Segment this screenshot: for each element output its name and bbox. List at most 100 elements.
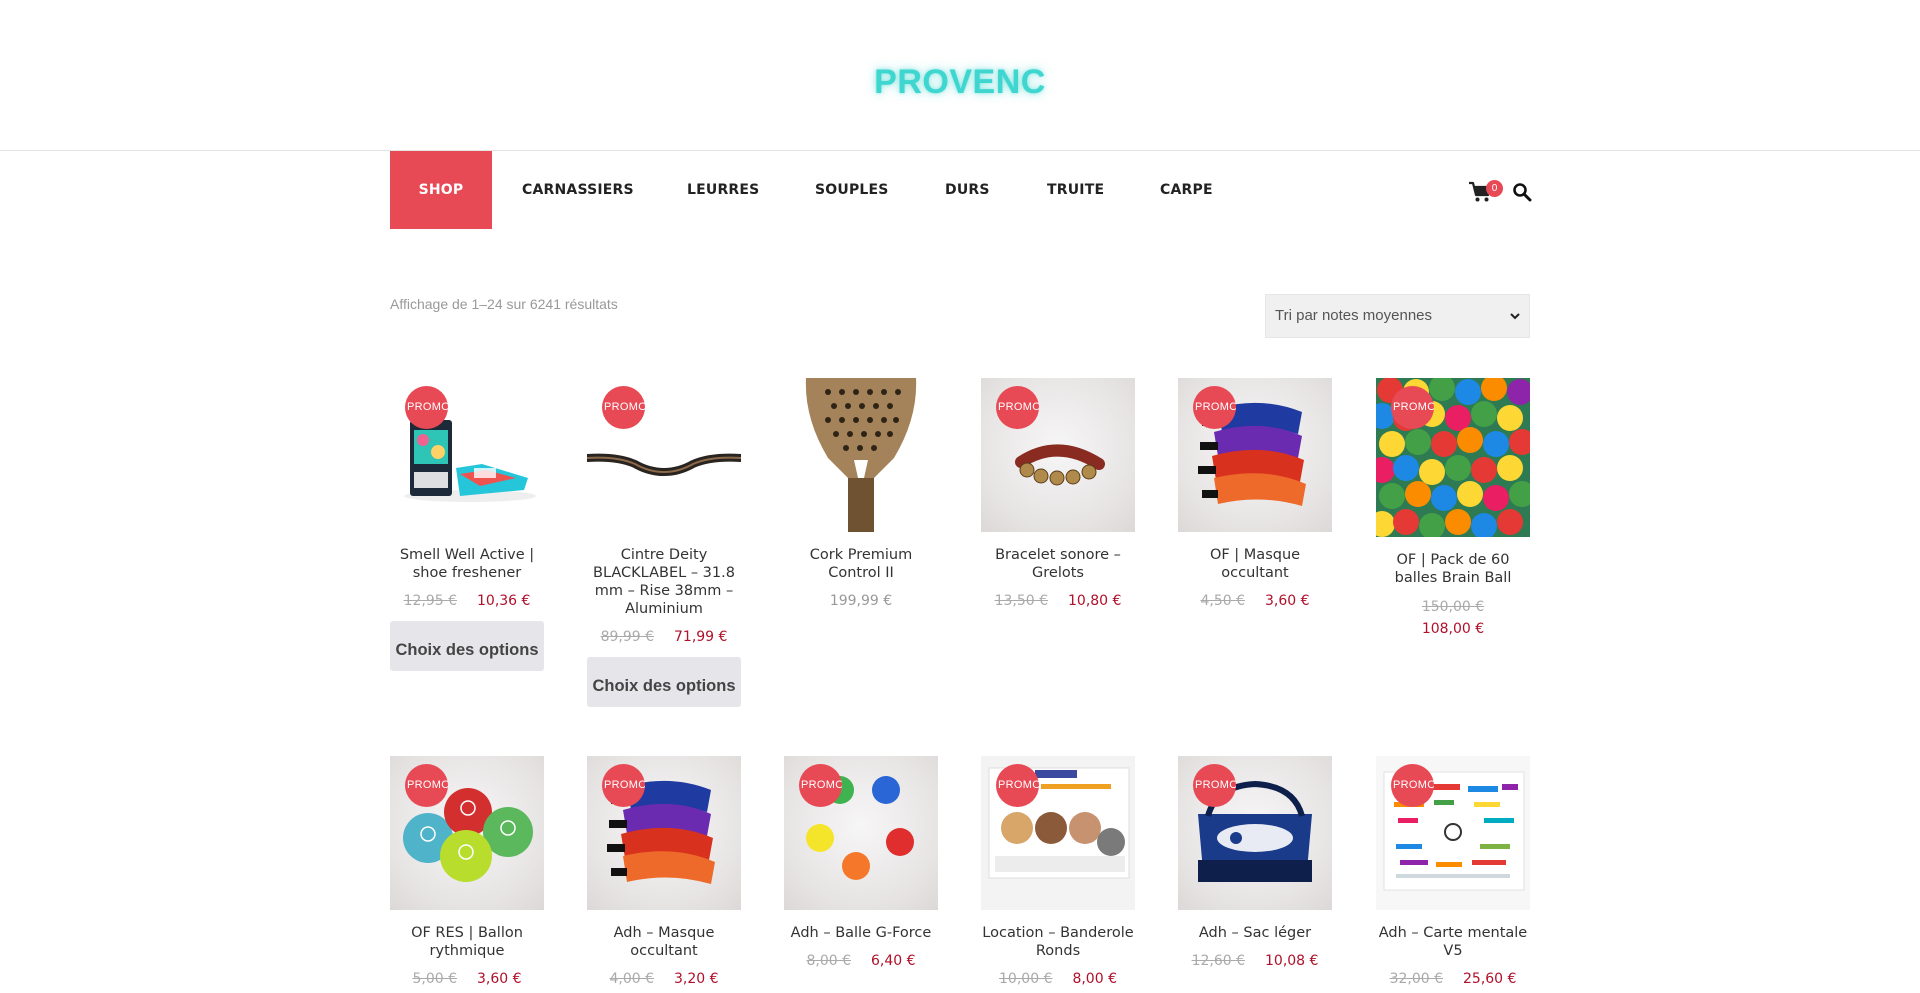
old-price: 12,60 € xyxy=(1191,953,1245,969)
promo-badge: PROMO xyxy=(602,764,645,807)
old-price: 12,95 € xyxy=(403,593,457,609)
promo-badge: PROMO xyxy=(799,764,842,807)
old-price: 89,99 € xyxy=(600,629,654,645)
sale-price: 10,36 € xyxy=(477,593,531,609)
product-image[interactable]: PROMO xyxy=(1178,756,1332,910)
sale-price: 3,20 € xyxy=(674,971,719,987)
old-price: 5,00 € xyxy=(412,971,457,987)
promo-badge: PROMO xyxy=(405,764,448,807)
regular-price: 199,99 € xyxy=(829,593,893,609)
sale-price: 8,00 € xyxy=(1072,971,1117,987)
promo-badge: PROMO xyxy=(405,386,448,429)
product-price: 4,00 € 3,20 € xyxy=(587,969,741,989)
cart-count-badge: 0 xyxy=(1486,180,1503,197)
product-price: 199,99 € xyxy=(784,591,938,611)
product-title[interactable]: Cork Premium Control II xyxy=(784,546,938,582)
product-price: 5,00 € 3,60 € xyxy=(390,969,544,989)
product-price: 13,50 € 10,80 € xyxy=(981,591,1135,611)
product-image[interactable]: PROMO xyxy=(981,756,1135,910)
product-title[interactable]: OF | Pack de 60 balles Brain Ball xyxy=(1376,551,1530,587)
sale-price: 10,08 € xyxy=(1265,953,1319,969)
promo-badge: PROMO xyxy=(602,386,645,429)
old-price: 10,00 € xyxy=(999,971,1053,987)
result-count: Affichage de 1–24 sur 6241 résultats xyxy=(390,296,618,312)
product-card: PROMO Adh – Masque occultant 4,00 € 3,20 … xyxy=(587,756,741,989)
product-price: 150,00 € 108,00 € xyxy=(1376,596,1530,640)
product-image[interactable]: PROMO xyxy=(390,756,544,910)
product-card: PROMO OF | Pack de 60 balles Brain Ball … xyxy=(1376,378,1530,640)
product-card: PROMO Location – Banderole Ronds 10,00 €… xyxy=(981,756,1135,989)
product-card: PROMO OF | Masque occultant 4,50 € 3,60 € xyxy=(1178,378,1332,611)
promo-badge: PROMO xyxy=(1391,764,1434,807)
product-image[interactable]: PROMO xyxy=(1178,378,1332,532)
choose-options-button[interactable]: Choix des options xyxy=(587,657,741,707)
sale-price: 6,40 € xyxy=(871,953,916,969)
product-price: 10,00 € 8,00 € xyxy=(981,969,1135,989)
promo-badge: PROMO xyxy=(1193,386,1236,429)
sale-price: 25,60 € xyxy=(1463,971,1517,987)
product-card: PROMO OF RES | Ballon rythmique 5,00 € 3,… xyxy=(390,756,544,989)
nav-item-souples[interactable]: SOUPLES xyxy=(815,151,889,229)
product-card: PROMO Smell Well Active | shoe freshener… xyxy=(390,378,544,671)
product-price: 4,50 € 3,60 € xyxy=(1178,591,1332,611)
product-title[interactable]: OF | Masque occultant xyxy=(1178,546,1332,582)
sale-price: 108,00 € xyxy=(1421,621,1485,637)
old-price: 32,00 € xyxy=(1389,971,1443,987)
old-price: 150,00 € xyxy=(1421,599,1485,615)
product-title[interactable]: Adh – Masque occultant xyxy=(587,924,741,960)
site-header: PROVENC xyxy=(0,0,1920,151)
product-image[interactable]: PROMO xyxy=(784,756,938,910)
chevron-down-icon xyxy=(1510,313,1520,320)
product-price: 12,60 € 10,08 € xyxy=(1178,951,1332,971)
promo-badge: PROMO xyxy=(1193,764,1236,807)
sale-price: 10,80 € xyxy=(1068,593,1122,609)
product-title[interactable]: Bracelet sonore – Grelots xyxy=(981,546,1135,582)
old-price: 4,50 € xyxy=(1200,593,1245,609)
product-image[interactable]: PROMO xyxy=(587,378,741,532)
sale-price: 71,99 € xyxy=(674,629,728,645)
product-title[interactable]: Location – Banderole Ronds xyxy=(981,924,1135,960)
old-price: 4,00 € xyxy=(609,971,654,987)
product-title[interactable]: Cintre Deity BLACKLABEL – 31.8 mm – Rise… xyxy=(587,546,741,618)
promo-badge: PROMO xyxy=(1391,386,1434,429)
product-card: PROMO Adh – Balle G-Force 8,00 € 6,40 € xyxy=(784,756,938,971)
search-icon[interactable] xyxy=(1512,182,1532,202)
padel-racket-image xyxy=(805,378,917,532)
product-image[interactable] xyxy=(784,378,938,532)
product-price: 8,00 € 6,40 € xyxy=(784,951,938,971)
product-title[interactable]: Smell Well Active | shoe freshener xyxy=(390,546,544,582)
product-image[interactable]: PROMO xyxy=(587,756,741,910)
product-image[interactable]: PROMO xyxy=(390,378,544,532)
product-title[interactable]: Adh – Carte mentale V5 xyxy=(1376,924,1530,960)
product-card: PROMO Adh – Sac léger 12,60 € 10,08 € xyxy=(1178,756,1332,971)
site-logo[interactable]: PROVENC xyxy=(0,63,1920,102)
product-card: PROMO Bracelet sonore – Grelots 13,50 €1… xyxy=(981,378,1135,611)
old-price: 8,00 € xyxy=(806,953,851,969)
main-nav: SHOP CARNASSIERS LEURRES SOUPLES DURS TR… xyxy=(390,151,1530,229)
product-price: 32,00 € 25,60 € xyxy=(1376,969,1530,989)
product-title[interactable]: Adh – Balle G-Force xyxy=(784,924,938,942)
product-image[interactable]: PROMO xyxy=(1376,378,1530,537)
nav-item-carnassiers[interactable]: CARNASSIERS xyxy=(522,151,634,229)
product-title[interactable]: OF RES | Ballon rythmique xyxy=(390,924,544,960)
nav-item-durs[interactable]: DURS xyxy=(945,151,990,229)
product-title[interactable]: Adh – Sac léger xyxy=(1178,924,1332,942)
nav-item-leurres[interactable]: LEURRES xyxy=(687,151,759,229)
product-card: Cork Premium Control II 199,99 € xyxy=(784,378,938,611)
sale-price: 3,60 € xyxy=(1265,593,1310,609)
product-image[interactable]: PROMO xyxy=(981,378,1135,532)
promo-badge: PROMO xyxy=(996,764,1039,807)
product-card: PROMO Cintre Deity BLACKLABEL – 31.8 mm … xyxy=(587,378,741,707)
promo-badge: PROMO xyxy=(996,386,1039,429)
product-price: 12,95 € 10,36 € xyxy=(390,591,544,611)
product-image[interactable]: PROMO xyxy=(1376,756,1530,910)
sale-price: 3,60 € xyxy=(477,971,522,987)
old-price: 13,50 € xyxy=(994,593,1048,609)
nav-item-carpe[interactable]: CARPE xyxy=(1160,151,1213,229)
nav-item-shop[interactable]: SHOP xyxy=(390,151,492,229)
sort-select[interactable]: Tri par notes moyennes xyxy=(1265,294,1530,338)
product-price: 89,99 € 71,99 € xyxy=(587,627,741,647)
choose-options-button[interactable]: Choix des options xyxy=(390,621,544,671)
product-card: PROMO Adh – Carte mentale V5 32,00 € 25,6… xyxy=(1376,756,1530,989)
nav-item-truite[interactable]: TRUITE xyxy=(1047,151,1104,229)
